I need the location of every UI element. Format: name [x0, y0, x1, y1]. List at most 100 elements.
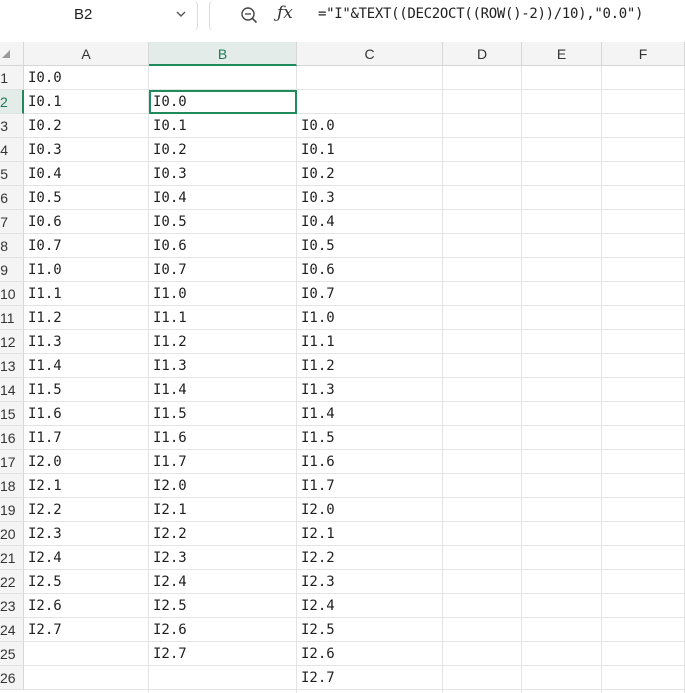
row-header-16[interactable]: 16: [0, 426, 24, 450]
cell-b17[interactable]: I1.7: [149, 450, 297, 474]
active-cell-b2[interactable]: [149, 90, 297, 114]
chevron-down-icon[interactable]: [176, 9, 186, 19]
cell-a13[interactable]: I1.4: [24, 354, 149, 378]
row-header-21[interactable]: 21: [0, 546, 24, 570]
cell-a6[interactable]: I0.5: [24, 186, 149, 210]
column-header-a[interactable]: A: [24, 42, 149, 66]
cell-c19[interactable]: I2.0: [297, 498, 443, 522]
row-header-3[interactable]: 3: [0, 114, 24, 138]
cell-a21[interactable]: I2.4: [24, 546, 149, 570]
cell-a19[interactable]: I2.2: [24, 498, 149, 522]
row-header-11[interactable]: 11: [0, 306, 24, 330]
cell-a2[interactable]: I0.1: [24, 90, 149, 114]
row-header-23[interactable]: 23: [0, 594, 24, 618]
column-header-c[interactable]: C: [297, 42, 443, 66]
cell-c10[interactable]: I0.7: [297, 282, 443, 306]
cell-a4[interactable]: I0.3: [24, 138, 149, 162]
column-header-d[interactable]: D: [443, 42, 522, 66]
cell-c5[interactable]: I0.2: [297, 162, 443, 186]
cell-b9[interactable]: I0.7: [149, 258, 297, 282]
cell-a11[interactable]: I1.2: [24, 306, 149, 330]
row-header-4[interactable]: 4: [0, 138, 24, 162]
row-header-15[interactable]: 15: [0, 402, 24, 426]
cell-a12[interactable]: I1.3: [24, 330, 149, 354]
cell-c11[interactable]: I1.0: [297, 306, 443, 330]
cell-c25[interactable]: I2.6: [297, 642, 443, 666]
name-box[interactable]: B2: [0, 0, 198, 31]
cell-a3[interactable]: I0.2: [24, 114, 149, 138]
cell-a10[interactable]: I1.1: [24, 282, 149, 306]
cell-c17[interactable]: I1.6: [297, 450, 443, 474]
row-header-20[interactable]: 20: [0, 522, 24, 546]
cell-c4[interactable]: I0.1: [297, 138, 443, 162]
fx-icon[interactable]: ƒx: [277, 3, 293, 23]
cell-a14[interactable]: I1.5: [24, 378, 149, 402]
cell-c21[interactable]: I2.2: [297, 546, 443, 570]
column-header-b[interactable]: B: [149, 42, 297, 66]
cell-b24[interactable]: I2.6: [149, 618, 297, 642]
row-header-17[interactable]: 17: [0, 450, 24, 474]
zoom-icon[interactable]: [240, 6, 258, 24]
cell-a22[interactable]: I2.5: [24, 570, 149, 594]
row-header-6[interactable]: 6: [0, 186, 24, 210]
cell-a16[interactable]: I1.7: [24, 426, 149, 450]
cell-b25[interactable]: I2.7: [149, 642, 297, 666]
cell-c24[interactable]: I2.5: [297, 618, 443, 642]
cell-c14[interactable]: I1.3: [297, 378, 443, 402]
cell-c8[interactable]: I0.5: [297, 234, 443, 258]
row-header-1[interactable]: 1: [0, 66, 24, 90]
row-header-2[interactable]: 2: [0, 90, 24, 114]
cell-c16[interactable]: I1.5: [297, 426, 443, 450]
cell-a15[interactable]: I1.6: [24, 402, 149, 426]
cell-b14[interactable]: I1.4: [149, 378, 297, 402]
cell-b10[interactable]: I1.0: [149, 282, 297, 306]
cell-c15[interactable]: I1.4: [297, 402, 443, 426]
cell-b19[interactable]: I2.1: [149, 498, 297, 522]
formula-input[interactable]: ="I"&TEXT((DEC2OCT((ROW()-2))/10),"0.0"): [318, 6, 643, 22]
row-header-12[interactable]: 12: [0, 330, 24, 354]
cell-a1[interactable]: I0.0: [24, 66, 149, 90]
cell-c3[interactable]: I0.0: [297, 114, 443, 138]
cell-c13[interactable]: I1.2: [297, 354, 443, 378]
row-header-7[interactable]: 7: [0, 210, 24, 234]
cell-a9[interactable]: I1.0: [24, 258, 149, 282]
cell-a7[interactable]: I0.6: [24, 210, 149, 234]
cell-b11[interactable]: I1.1: [149, 306, 297, 330]
cell-c9[interactable]: I0.6: [297, 258, 443, 282]
cell-b12[interactable]: I1.2: [149, 330, 297, 354]
cell-reference[interactable]: B2: [74, 6, 92, 23]
cell-c12[interactable]: I1.1: [297, 330, 443, 354]
row-header-22[interactable]: 22: [0, 570, 24, 594]
cell-a8[interactable]: I0.7: [24, 234, 149, 258]
row-header-9[interactable]: 9: [0, 258, 24, 282]
cell-b22[interactable]: I2.4: [149, 570, 297, 594]
cell-c18[interactable]: I1.7: [297, 474, 443, 498]
row-header-24[interactable]: 24: [0, 618, 24, 642]
cell-b16[interactable]: I1.6: [149, 426, 297, 450]
column-header-f[interactable]: F: [602, 42, 685, 66]
cell-c6[interactable]: I0.3: [297, 186, 443, 210]
cell-b5[interactable]: I0.3: [149, 162, 297, 186]
cell-b6[interactable]: I0.4: [149, 186, 297, 210]
cell-c22[interactable]: I2.3: [297, 570, 443, 594]
cell-b7[interactable]: I0.5: [149, 210, 297, 234]
cell-a20[interactable]: I2.3: [24, 522, 149, 546]
cell-a17[interactable]: I2.0: [24, 450, 149, 474]
cell-b8[interactable]: I0.6: [149, 234, 297, 258]
cell-b4[interactable]: I0.2: [149, 138, 297, 162]
cell-a23[interactable]: I2.6: [24, 594, 149, 618]
row-header-8[interactable]: 8: [0, 234, 24, 258]
cell-c23[interactable]: I2.4: [297, 594, 443, 618]
row-header-26[interactable]: 26: [0, 666, 24, 690]
cell-a18[interactable]: I2.1: [24, 474, 149, 498]
row-header-25[interactable]: 25: [0, 642, 24, 666]
cell-a24[interactable]: I2.7: [24, 618, 149, 642]
row-header-14[interactable]: 14: [0, 378, 24, 402]
row-header-18[interactable]: 18: [0, 474, 24, 498]
row-header-19[interactable]: 19: [0, 498, 24, 522]
cell-b21[interactable]: I2.3: [149, 546, 297, 570]
column-header-e[interactable]: E: [522, 42, 602, 66]
cell-c20[interactable]: I2.1: [297, 522, 443, 546]
cell-b20[interactable]: I2.2: [149, 522, 297, 546]
cell-b15[interactable]: I1.5: [149, 402, 297, 426]
